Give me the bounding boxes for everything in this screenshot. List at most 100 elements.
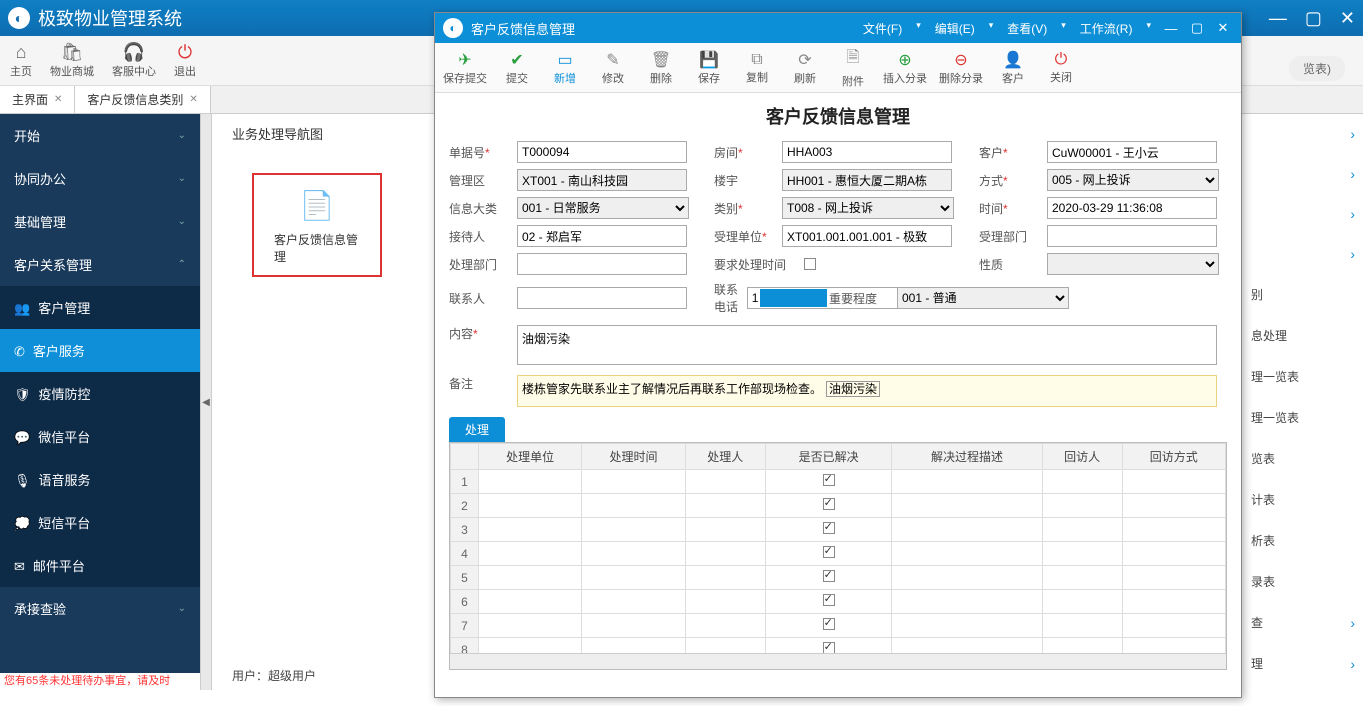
- right-item[interactable]: 理›: [1243, 643, 1363, 684]
- service-button[interactable]: 🎧客服中心: [112, 42, 156, 79]
- table-row[interactable]: 7: [451, 614, 1226, 638]
- right-item[interactable]: 览表: [1243, 438, 1363, 479]
- solved-checkbox[interactable]: [823, 498, 835, 510]
- right-item[interactable]: 理一览表: [1243, 397, 1363, 438]
- nature-select[interactable]: [1047, 253, 1219, 275]
- customer-button[interactable]: 👤客户: [995, 50, 1031, 86]
- menu-view[interactable]: 查看(V): [1007, 20, 1047, 37]
- right-item[interactable]: ›: [1243, 234, 1363, 274]
- right-item[interactable]: 析表: [1243, 520, 1363, 561]
- solved-checkbox[interactable]: [823, 618, 835, 630]
- save-button[interactable]: 💾保存: [691, 50, 727, 86]
- label-remark: 备注: [449, 375, 517, 392]
- grid-hscrollbar[interactable]: [450, 653, 1226, 669]
- solved-checkbox[interactable]: [823, 642, 835, 653]
- nav-item-feedback[interactable]: 📄 客户反馈信息管理: [252, 173, 382, 277]
- close-icon[interactable]: ✕: [1340, 8, 1355, 29]
- dept-field[interactable]: [1047, 225, 1217, 247]
- dialog-body: 客户反馈信息管理 单据号* 房间* 客户* 管理区 楼宇 方式*005 - 网上…: [435, 93, 1241, 697]
- sidebar-item-crm[interactable]: 客户关系管理⌃: [0, 243, 200, 286]
- right-item[interactable]: ›: [1243, 194, 1363, 234]
- right-item[interactable]: 查›: [1243, 602, 1363, 643]
- delete-button[interactable]: 🗑删除: [643, 50, 679, 86]
- table-row[interactable]: 2: [451, 494, 1226, 518]
- exit-button[interactable]: ⏻退出: [174, 42, 196, 79]
- sidebar-item-voice[interactable]: 🎙语音服务: [0, 458, 200, 501]
- tab-feedback-category[interactable]: 客户反馈信息类别✕: [75, 86, 210, 113]
- home-button[interactable]: ⌂主页: [10, 42, 32, 79]
- dialog-maximize-icon[interactable]: ▢: [1187, 18, 1207, 38]
- table-row[interactable]: 1: [451, 470, 1226, 494]
- billno-field[interactable]: [517, 141, 687, 163]
- close-tab-icon[interactable]: ✕: [189, 94, 197, 105]
- method-select[interactable]: 005 - 网上投诉: [1047, 169, 1219, 191]
- cust-field[interactable]: [1047, 141, 1217, 163]
- unit-field[interactable]: [782, 225, 952, 247]
- sidebar-item-wechat[interactable]: 💬微信平台: [0, 415, 200, 458]
- edit-button[interactable]: ✎修改: [595, 50, 631, 86]
- table-row[interactable]: 8: [451, 638, 1226, 654]
- close-tab-icon[interactable]: ✕: [54, 94, 62, 105]
- solved-checkbox[interactable]: [823, 474, 835, 486]
- solved-checkbox[interactable]: [823, 594, 835, 606]
- mall-button[interactable]: 🛍物业商城: [50, 42, 94, 79]
- table-row[interactable]: 6: [451, 590, 1226, 614]
- submit-button[interactable]: ✔提交: [499, 50, 535, 86]
- content-textarea[interactable]: [517, 325, 1217, 365]
- right-item[interactable]: ›: [1243, 114, 1363, 154]
- attach-button[interactable]: 🗎附件: [835, 46, 871, 89]
- sidebar-item-mail[interactable]: ✉邮件平台: [0, 544, 200, 587]
- tab-main[interactable]: 主界面✕: [0, 86, 75, 113]
- contact-field[interactable]: [517, 287, 687, 309]
- right-item[interactable]: ›: [1243, 154, 1363, 194]
- sidebar-item-covid[interactable]: 🛡疫情防控: [0, 372, 200, 415]
- subtab-processing[interactable]: 处理: [449, 417, 505, 442]
- bigcat-select[interactable]: 001 - 日常服务: [517, 197, 689, 219]
- refresh-button[interactable]: ⟳刷新: [787, 50, 823, 86]
- table-row[interactable]: 3: [451, 518, 1226, 542]
- delete-row-button[interactable]: ⊖删除分录: [939, 50, 983, 86]
- sidebar-collapse-handle[interactable]: ◀: [200, 114, 212, 690]
- remark-textarea[interactable]: 楼栋管家先联系业主了解情况后再联系工作部现场检查。油烟污染: [517, 375, 1217, 407]
- right-item[interactable]: 别: [1243, 274, 1363, 315]
- sidebar-item-coop[interactable]: 协同办公⌄: [0, 157, 200, 200]
- cat-select[interactable]: T008 - 网上投诉: [782, 197, 954, 219]
- menu-workflow[interactable]: 工作流(R): [1080, 20, 1133, 37]
- right-search-pill[interactable]: 览表): [1289, 56, 1345, 81]
- menu-file[interactable]: 文件(F): [863, 20, 902, 37]
- solved-checkbox[interactable]: [823, 546, 835, 558]
- sidebar-item-accept[interactable]: 承接查验⌄: [0, 587, 200, 630]
- dialog-close-icon[interactable]: ✕: [1213, 18, 1233, 38]
- sidebar-item-service[interactable]: ✆客户服务: [0, 329, 200, 372]
- maximize-icon[interactable]: ▢: [1305, 8, 1322, 29]
- hdept-field[interactable]: [517, 253, 687, 275]
- priority-select[interactable]: 001 - 普通: [897, 287, 1069, 309]
- solved-checkbox[interactable]: [823, 522, 835, 534]
- dialog-title: 客户反馈信息管理: [471, 19, 863, 38]
- close-button[interactable]: ⏻关闭: [1043, 51, 1079, 85]
- save-submit-button[interactable]: ✈保存提交: [443, 50, 487, 86]
- table-row[interactable]: 4: [451, 542, 1226, 566]
- sidebar-item-customer[interactable]: 👥客户管理: [0, 286, 200, 329]
- dialog-minimize-icon[interactable]: —: [1161, 18, 1181, 38]
- new-button[interactable]: ▭新增: [547, 50, 583, 86]
- recv-field[interactable]: [517, 225, 687, 247]
- right-item[interactable]: 录表: [1243, 561, 1363, 602]
- sidebar-item-start[interactable]: 开始⌄: [0, 114, 200, 157]
- sidebar-item-sms[interactable]: 💭短信平台: [0, 501, 200, 544]
- label-priority: 重要程度: [829, 290, 897, 307]
- menu-edit[interactable]: 编辑(E): [935, 20, 975, 37]
- room-field[interactable]: [782, 141, 952, 163]
- reqtime-checkbox[interactable]: [804, 258, 816, 270]
- sidebar-item-basic[interactable]: 基础管理⌄: [0, 200, 200, 243]
- right-item[interactable]: 息处理: [1243, 315, 1363, 356]
- copy-button[interactable]: ⧉复制: [739, 51, 775, 85]
- minimize-icon[interactable]: —: [1269, 8, 1287, 29]
- solved-checkbox[interactable]: [823, 570, 835, 582]
- right-item[interactable]: 理一览表: [1243, 356, 1363, 397]
- table-row[interactable]: 5: [451, 566, 1226, 590]
- users-icon: 👥: [14, 301, 30, 316]
- insert-row-button[interactable]: ⊕插入分录: [883, 50, 927, 86]
- time-field[interactable]: [1047, 197, 1217, 219]
- right-item[interactable]: 计表: [1243, 479, 1363, 520]
